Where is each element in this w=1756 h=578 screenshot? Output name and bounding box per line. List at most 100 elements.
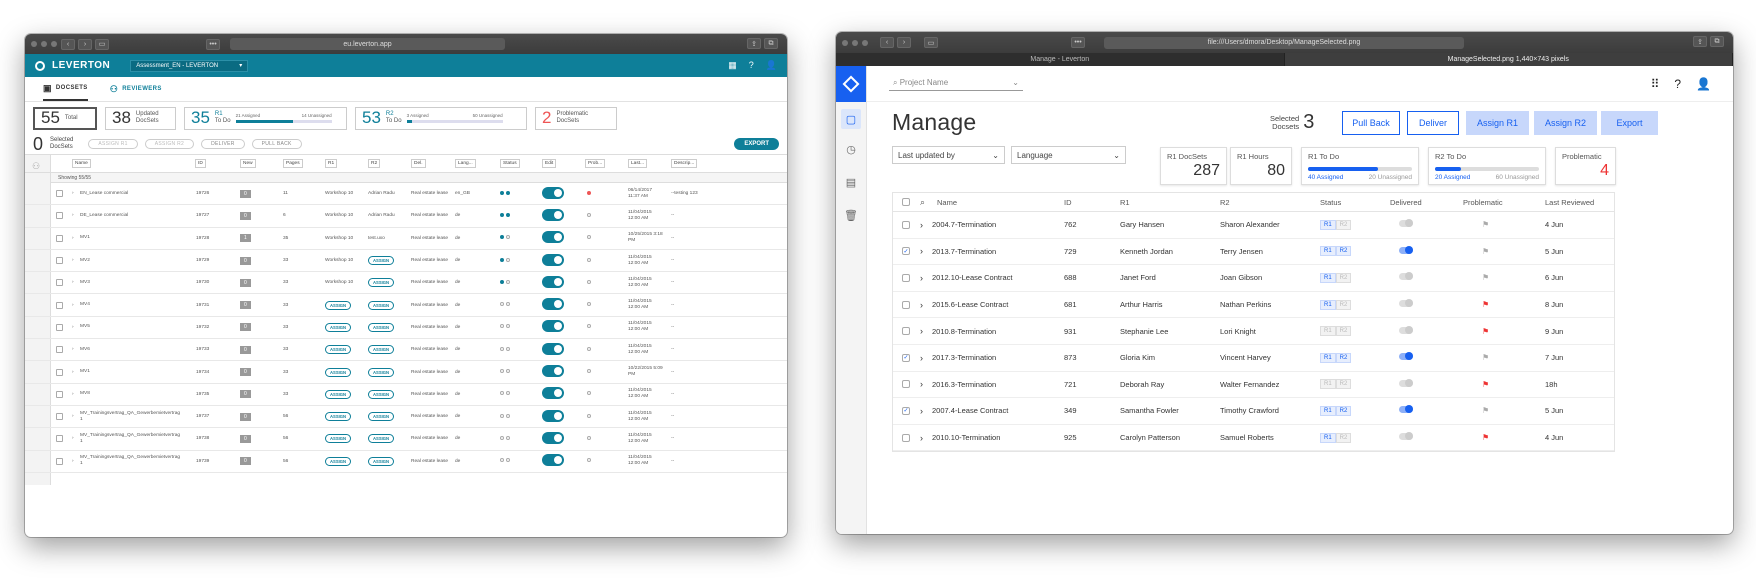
expand-icon[interactable]: ›: [920, 300, 923, 310]
assign-r1-button[interactable]: ASSIGN: [325, 300, 352, 310]
table-row[interactable]: › MV_Trainingsvertrag_QA_Gewerbemietvertr…: [25, 451, 787, 473]
row-checkbox[interactable]: [902, 380, 910, 389]
table-row[interactable]: ✓ › 2017.3-Termination 873 Gloria Kim Vincent…: [893, 345, 1614, 372]
assign-r1-button[interactable]: ASSIGN R1: [88, 139, 138, 149]
expand-icon[interactable]: ›: [72, 392, 74, 397]
edit-toggle[interactable]: [542, 275, 564, 288]
row-checkbox[interactable]: [56, 390, 63, 398]
table-row[interactable]: › MV2 19729 0 33 Workshop 10 ASSIGN Real estate…: [25, 250, 787, 273]
edit-toggle[interactable]: [542, 365, 564, 378]
filter-9[interactable]: Edit: [542, 159, 557, 168]
delivered-toggle[interactable]: [1399, 352, 1413, 361]
forward-icon[interactable]: ›: [78, 38, 92, 50]
assign-r1-button[interactable]: ASSIGN: [325, 322, 352, 332]
assign-r2-button[interactable]: ASSIGN: [368, 322, 395, 332]
flag-icon[interactable]: ⚑: [1482, 273, 1489, 282]
row-checkbox[interactable]: [902, 300, 910, 309]
filter-1[interactable]: ID: [195, 159, 206, 168]
card-r1-todo[interactable]: R1 To Do 40 Assigned 20 Unassigned: [1301, 147, 1419, 185]
delivered-toggle[interactable]: [1399, 272, 1413, 281]
problematic-dot[interactable]: [587, 212, 591, 217]
help-icon[interactable]: ?: [1674, 77, 1681, 91]
tabs-icon[interactable]: ⧉: [1710, 36, 1724, 47]
expand-icon[interactable]: ›: [72, 370, 74, 375]
row-checkbox[interactable]: ✓: [902, 353, 910, 362]
row-checkbox[interactable]: [56, 212, 63, 220]
problematic-dot[interactable]: [587, 458, 591, 463]
flag-icon[interactable]: ⚑: [1482, 380, 1489, 389]
edit-toggle[interactable]: [542, 454, 564, 467]
flag-icon[interactable]: ⚑: [1482, 220, 1489, 229]
problematic-dot[interactable]: [587, 391, 591, 396]
row-checkbox[interactable]: [56, 301, 63, 309]
delivered-toggle[interactable]: [1399, 432, 1413, 441]
col-id[interactable]: ID: [1064, 198, 1072, 207]
filter-10[interactable]: Prob...: [585, 159, 606, 168]
share-icon[interactable]: ⇪: [1693, 36, 1707, 47]
card-r1-docsets[interactable]: R1 DocSets 287: [1160, 147, 1227, 185]
stat-r2-todo[interactable]: 53 R2 To Do 3 Assigned 50 Unassigned: [355, 106, 527, 130]
row-checkbox[interactable]: [56, 368, 63, 376]
col-name[interactable]: Name: [937, 198, 957, 207]
assign-r2-button[interactable]: ASSIGN: [368, 434, 395, 444]
row-checkbox[interactable]: [56, 279, 63, 287]
table-row[interactable]: › DE_Lease commercial 19727 0 6 Workshop 10 Ad…: [25, 205, 787, 228]
language-select[interactable]: Language ⌄: [1011, 146, 1126, 164]
zoom-window-icon[interactable]: [51, 41, 57, 47]
expand-icon[interactable]: ›: [72, 258, 74, 263]
row-checkbox[interactable]: [56, 323, 63, 331]
tab-docsets[interactable]: ▣ DOCSETS: [43, 77, 88, 101]
expand-icon[interactable]: ›: [72, 414, 74, 419]
problematic-dot[interactable]: [587, 435, 591, 440]
card-problematic[interactable]: Problematic 4: [1555, 147, 1616, 185]
project-select[interactable]: Assessment_EN - LEVERTON ▾: [130, 59, 249, 72]
address-bar[interactable]: file:///Users/dmora/Desktop/ManageSelect…: [1104, 36, 1464, 49]
flag-icon[interactable]: ⚑: [1482, 327, 1489, 336]
filter-4[interactable]: R1: [325, 159, 338, 168]
stat-total[interactable]: 55 Total: [33, 106, 97, 130]
delivered-toggle[interactable]: [1399, 299, 1413, 308]
expand-icon[interactable]: ›: [72, 347, 74, 352]
expand-icon[interactable]: ›: [920, 273, 923, 283]
table-row[interactable]: › MV_Trainingsvertrag_QA_Gewerbemietvertr…: [25, 406, 787, 429]
minimize-window-icon[interactable]: [41, 41, 47, 47]
archive-icon[interactable]: ▤: [844, 175, 858, 189]
app-logo[interactable]: [836, 66, 866, 102]
user-icon[interactable]: 👤: [766, 60, 777, 71]
close-window-icon[interactable]: [842, 39, 848, 46]
card-r2-todo[interactable]: R2 To Do 20 Assigned 60 Unassigned: [1428, 147, 1546, 185]
assign-r2-button[interactable]: Assign R2: [1534, 111, 1597, 135]
row-checkbox[interactable]: [902, 220, 910, 229]
expand-icon[interactable]: ›: [72, 459, 74, 464]
help-icon[interactable]: ?: [749, 60, 754, 71]
stat-r1-todo[interactable]: 35 R1 To Do 21 Assigned 14 Unassigned: [184, 106, 347, 130]
table-row[interactable]: › 2012.10-Lease Contract 688 Janet Ford Joan…: [893, 265, 1614, 292]
apps-grid-icon[interactable]: ▦: [728, 60, 737, 71]
table-row[interactable]: › MV4 19731 0 33 ASSIGN ASSIGN Real estate leas…: [25, 294, 787, 317]
assign-r1-button[interactable]: ASSIGN: [325, 389, 352, 399]
assign-r2-button[interactable]: ASSIGN: [368, 389, 395, 399]
expand-icon[interactable]: ›: [920, 406, 923, 416]
edit-toggle[interactable]: [542, 231, 564, 244]
problematic-dot[interactable]: [587, 302, 591, 307]
problematic-dot[interactable]: [587, 190, 591, 195]
table-row[interactable]: › 2010.10-Termination 925 Carolyn Patterson…: [893, 425, 1614, 452]
more-icon[interactable]: •••: [206, 38, 220, 50]
edit-toggle[interactable]: [542, 253, 564, 266]
delivered-toggle[interactable]: [1399, 405, 1413, 414]
assign-r1-button[interactable]: ASSIGN: [325, 367, 352, 377]
table-row[interactable]: › 2015.6-Lease Contract 681 Arthur Harris Na…: [893, 292, 1614, 319]
back-icon[interactable]: ‹: [61, 38, 75, 50]
flag-icon[interactable]: ⚑: [1482, 247, 1489, 256]
col-problematic[interactable]: Problematic: [1463, 198, 1503, 207]
edit-toggle[interactable]: [542, 342, 564, 355]
table-row[interactable]: › MV8 19735 0 33 ASSIGN ASSIGN Real estate leas…: [25, 384, 787, 406]
back-icon[interactable]: ‹: [880, 37, 894, 48]
delivered-toggle[interactable]: [1399, 378, 1413, 387]
export-button[interactable]: Export: [1601, 111, 1658, 135]
row-checkbox[interactable]: [56, 257, 63, 265]
table-row[interactable]: › 2010.8-Termination 931 Stephanie Lee Lori …: [893, 318, 1614, 345]
edit-toggle[interactable]: [542, 387, 564, 400]
search-icon[interactable]: ⌕: [920, 197, 925, 208]
expand-icon[interactable]: ›: [920, 353, 923, 363]
